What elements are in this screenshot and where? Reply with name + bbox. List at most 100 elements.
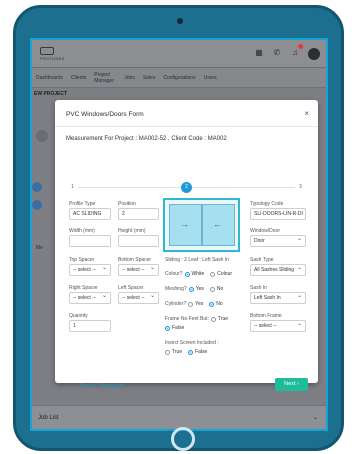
insect-false-radio[interactable] [188,349,194,355]
project-line: Measurement For Project : MA002-52 , Cli… [66,136,227,142]
nav-dashboards[interactable]: Dashboards [36,75,63,81]
side-icon [36,130,48,142]
next-button-label: Next [284,381,296,387]
main-nav: Dashboards Clients Project Manager Jobs … [32,68,326,88]
typology-code-field[interactable]: SLI-DOORS-LIN-R-DI [250,208,306,220]
bell-icon[interactable]: ♫ [290,44,303,60]
home-button[interactable] [171,427,195,451]
height-input[interactable] [118,235,159,247]
insect-screen-group: True False [165,349,211,355]
logo-icon [40,47,54,55]
colour-colour-radio[interactable] [210,271,216,277]
cylinder-yes-radio[interactable] [188,301,194,307]
back-to-typology-link[interactable]: ← Back to Typology list [73,383,125,389]
sash-type-label: Sash Type [250,257,274,263]
frame-true-radio[interactable] [210,316,216,322]
arrow-left-icon: ← [213,219,222,229]
pvc-form-modal: PVC Windows/Doors Form × Measurement For… [55,100,318,391]
meshing-no-radio[interactable] [209,286,215,292]
insect-false-option: False [195,349,208,355]
meshing-group: Meshing? Yes No [165,286,227,292]
cylinder-no-radio[interactable] [209,301,215,307]
side-label: Me [36,245,43,251]
bottom-frame-select[interactable]: -- select -- [250,320,306,332]
cylinder-group: Cylinder? Yes No [165,301,227,307]
logo-text: PROTUNES [40,56,65,61]
window-door-select[interactable]: Door [250,235,306,247]
meshing-yes-option: Yes [195,286,204,292]
bottom-spacer-select[interactable]: -- select -- [118,264,159,276]
meshing-yes-radio[interactable] [188,286,194,292]
sliding-door-preview: → ← [163,198,240,252]
nav-users[interactable]: Users [204,75,217,81]
colour-label: Colour? [165,271,183,277]
step-3[interactable]: 3 [295,182,306,193]
top-spacer-label: Top Spacer [69,257,95,263]
cylinder-yes-option: Yes [195,301,204,307]
nav-project-manager[interactable]: Project Manager [94,72,116,84]
nav-clients[interactable]: Clients [71,75,86,81]
subbar: EW PROJECT [32,88,326,100]
position-field[interactable]: 2 [118,208,159,220]
next-button[interactable]: Next › [275,378,308,391]
height-label: Height (mm) [118,228,146,234]
step-2[interactable]: 2 [181,182,192,193]
sash-type-select[interactable]: All Sashes Sliding [250,264,306,276]
left-spacer-select[interactable]: -- select -- [118,292,159,304]
arrow-left-icon: ← [73,383,78,389]
header-icons: ▦ ✆ ♫ [254,44,320,60]
user-icon[interactable] [308,48,320,60]
colour-white-option: White [191,271,205,277]
colour-group: Colour? White Colour [165,271,236,277]
cylinder-label: Cylinder? [165,301,187,307]
left-spacer-label: Left Spacer [118,285,144,291]
right-spacer-label: Right Spacer [69,285,98,291]
notification-badge [298,44,303,49]
width-input[interactable] [69,235,111,247]
app-logo[interactable]: PROTUNES [40,47,65,61]
top-spacer-select[interactable]: -- select -- [69,264,111,276]
colour-colour-option: Colour [217,271,233,277]
nav-sales[interactable]: Sales [143,75,156,81]
width-label: Width (mm) [69,228,95,234]
sliding-caption: Sliding : 2 Leaf : Left Sash In [165,257,229,263]
right-spacer-select[interactable]: -- select -- [69,292,111,304]
cylinder-no-option: No [216,301,223,307]
modal-divider [55,126,318,127]
profile-type-label: Profile Type [69,201,96,207]
grid-icon[interactable]: ▦ [254,48,264,60]
nav-configurations[interactable]: Configurations [163,75,195,81]
side-pill-icon [32,182,42,192]
meshing-label: Meshing? [165,286,187,292]
bottom-spacer-label: Bottom Spacer [118,257,152,263]
insect-screen-label: Insect Screen Included : [165,340,219,346]
frame-no-feet-label: Frame No Feet But: [165,316,209,322]
bottom-frame-label: Bottom Frame [250,313,282,319]
step-1[interactable]: 1 [67,182,78,193]
insect-true-radio[interactable] [165,349,170,355]
frame-no-feet-group-2: False [165,325,188,331]
left-pane: → [169,204,202,246]
back-link-label: Back to Typology list [79,383,125,389]
right-pane: ← [202,204,235,246]
side-pill-icon [32,200,42,210]
sash-in-select[interactable]: Left Sash In [250,292,306,304]
camera-icon [177,18,183,24]
arrow-right-icon: › [297,381,299,387]
quantity-input[interactable]: 1 [69,320,111,332]
typology-code-label: Typology Code [250,201,284,207]
frame-true-option: True [217,316,229,322]
call-icon[interactable]: ✆ [272,48,282,60]
nav-jobs[interactable]: Jobs [124,75,135,81]
close-icon[interactable]: × [304,109,309,118]
window-door-label: Window/Door [250,228,281,234]
position-label: Position [118,201,136,207]
meshing-no-option: No [216,286,224,292]
page-title: EW PROJECT [34,91,68,97]
sash-in-label: Sash In [250,285,267,291]
frame-false-radio[interactable] [165,325,170,331]
colour-white-radio[interactable] [184,271,190,277]
chevron-down-icon: ⌄ [312,415,318,421]
app-header: PROTUNES ▦ ✆ ♫ [32,40,326,68]
profile-type-field[interactable]: AC SLIDING [69,208,111,220]
